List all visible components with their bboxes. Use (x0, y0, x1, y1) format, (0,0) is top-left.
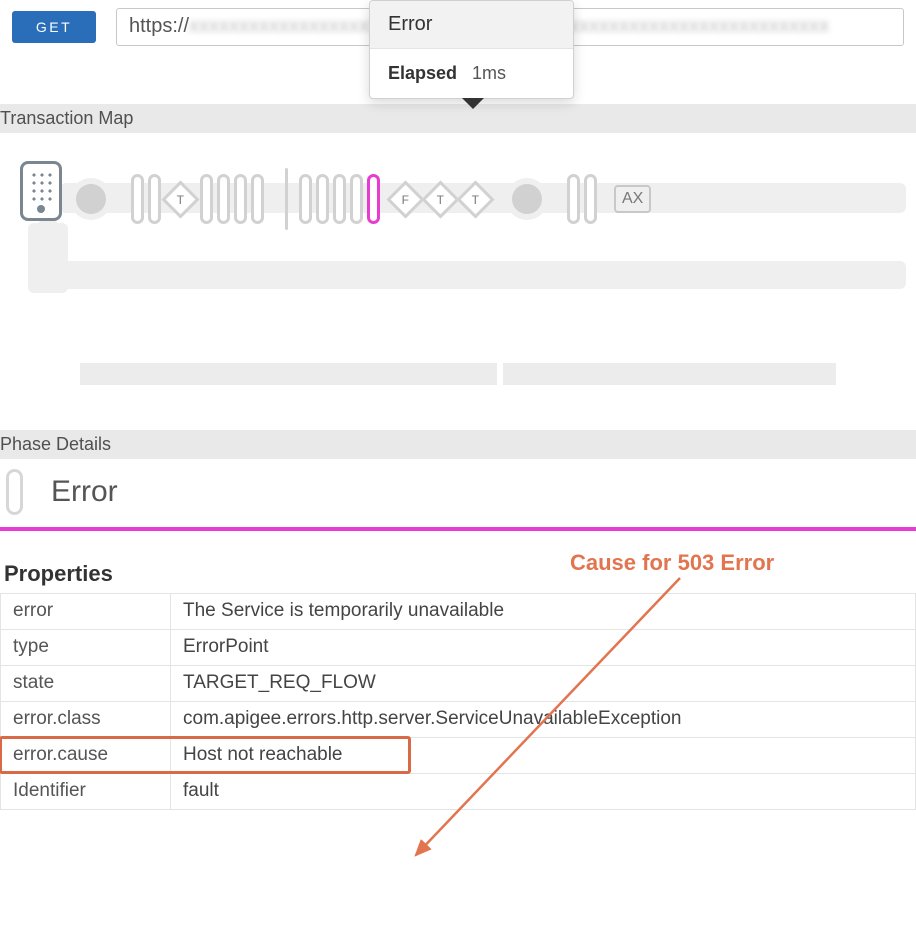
node-tooltip: Error Elapsed 1ms (369, 0, 574, 99)
policy-step[interactable] (234, 174, 247, 224)
property-row: error.causeHost not reachable (1, 738, 916, 774)
section-phase-details: Phase Details (0, 430, 916, 459)
property-key: state (1, 666, 171, 702)
policy-step[interactable] (200, 174, 213, 224)
property-row: typeErrorPoint (1, 630, 916, 666)
property-key: error (1, 594, 171, 630)
property-row: Identifierfault (1, 774, 916, 810)
timeline-bar (80, 363, 497, 385)
policy-step[interactable] (217, 174, 230, 224)
policy-step[interactable] (131, 174, 144, 224)
timeline-bars (80, 363, 836, 385)
policy-step[interactable] (148, 174, 161, 224)
property-key: error.class (1, 702, 171, 738)
property-key: Identifier (1, 774, 171, 810)
phase-title: Error (51, 475, 118, 509)
properties-heading: Properties (0, 531, 916, 593)
condition-diamond[interactable]: T (456, 180, 494, 218)
timeline-bar (503, 363, 836, 385)
section-transaction-map: Transaction Map (0, 104, 916, 133)
policy-step[interactable] (333, 174, 346, 224)
property-value: TARGET_REQ_FLOW (171, 666, 916, 702)
policy-step[interactable] (316, 174, 329, 224)
policy-step[interactable] (350, 174, 363, 224)
flow-return-rail (30, 261, 906, 289)
properties-table: errorThe Service is temporarily unavaila… (0, 593, 916, 810)
policy-step[interactable] (251, 174, 264, 224)
tooltip-title: Error (370, 1, 573, 49)
condition-diamond[interactable]: T (161, 180, 199, 218)
flow-divider (285, 168, 288, 230)
property-row: errorThe Service is temporarily unavaila… (1, 594, 916, 630)
policy-step[interactable] (299, 174, 312, 224)
condition-diamond[interactable]: F (386, 180, 424, 218)
annotation-label: Cause for 503 Error (570, 550, 774, 576)
tooltip-arrow-icon (462, 98, 484, 109)
property-value: Host not reachable (171, 738, 916, 774)
property-value: ErrorPoint (171, 630, 916, 666)
policy-step[interactable] (584, 174, 597, 224)
tooltip-elapsed-label: Elapsed (388, 63, 457, 83)
property-value: com.apigee.errors.http.server.ServiceUna… (171, 702, 916, 738)
tooltip-elapsed-value: 1ms (472, 63, 506, 83)
policy-step-error[interactable] (367, 174, 380, 224)
policy-step[interactable] (567, 174, 580, 224)
analytics-box[interactable]: AX (614, 185, 651, 213)
property-row: error.classcom.apigee.errors.http.server… (1, 702, 916, 738)
endpoint-dot[interactable] (76, 184, 106, 214)
property-value: The Service is temporarily unavailable (171, 594, 916, 630)
http-method-button[interactable]: GET (12, 11, 96, 43)
property-value: fault (171, 774, 916, 810)
url-text: https:// (129, 15, 189, 37)
property-key: type (1, 630, 171, 666)
endpoint-dot[interactable] (512, 184, 542, 214)
phase-pill-icon (6, 469, 23, 515)
property-key: error.cause (1, 738, 171, 774)
condition-diamond[interactable]: T (421, 180, 459, 218)
phase-details-row: Error (0, 459, 916, 531)
pipeline: T F T T AX (70, 165, 896, 233)
transaction-map-canvas: T F T T AX (0, 133, 916, 293)
client-device-icon (20, 161, 62, 221)
tooltip-body: Elapsed 1ms (370, 49, 573, 98)
property-row: stateTARGET_REQ_FLOW (1, 666, 916, 702)
